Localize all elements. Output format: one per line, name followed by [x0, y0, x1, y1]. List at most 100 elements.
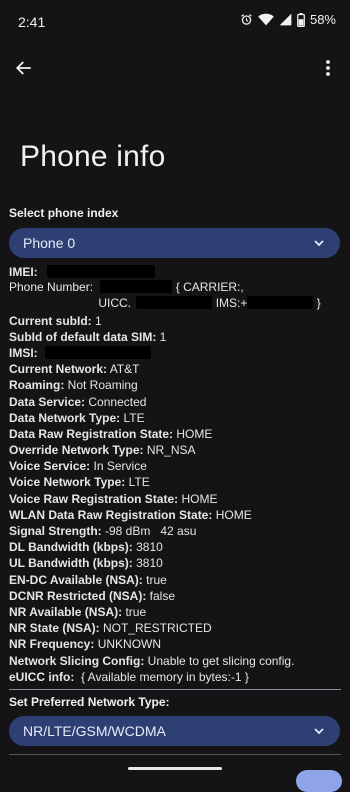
- battery-percent: 58%: [309, 12, 336, 27]
- info-value: 3810: [132, 540, 163, 555]
- gesture-handle[interactable]: [128, 767, 222, 770]
- info-value: NOT_RESTRICTED: [99, 621, 212, 636]
- current-subid-key: Current subId:: [9, 313, 92, 328]
- info-row: Data Service: Connected: [9, 394, 344, 410]
- info-row: Current Network: AT&T: [9, 361, 344, 377]
- select-phone-index-label: Select phone index: [9, 206, 119, 220]
- info-row: Voice Service: In Service: [9, 458, 344, 474]
- info-value: true: [142, 572, 167, 587]
- phone-number-ims-redacted: [247, 296, 314, 310]
- info-key: Voice Network Type:: [9, 475, 126, 490]
- info-value: LTE: [120, 410, 145, 425]
- current-subid-value: 1: [91, 313, 102, 328]
- imsi-redacted: [45, 345, 152, 359]
- status-icons: 58%: [240, 12, 336, 27]
- info-row: UL Bandwidth (kbps): 3810: [9, 555, 344, 571]
- info-key: Roaming:: [9, 378, 65, 393]
- info-key: DL Bandwidth (kbps):: [9, 540, 133, 555]
- info-key: eUICC info:: [9, 669, 75, 684]
- page-title: Phone info: [20, 140, 166, 173]
- preferred-network-label: Set Preferred Network Type:: [9, 695, 170, 709]
- info-key: Data Raw Registration State:: [9, 426, 174, 441]
- divider: [9, 754, 341, 755]
- info-value: 3810: [132, 556, 163, 571]
- info-row: Override Network Type: NR_NSA: [9, 442, 344, 458]
- info-value: true: [122, 604, 147, 619]
- info-value: AT&T: [107, 362, 140, 377]
- info-row: Network Slicing Config: Unable to get sl…: [9, 653, 344, 669]
- info-value: LTE: [125, 475, 150, 490]
- back-button[interactable]: [10, 54, 38, 82]
- info-row: Data Network Type: LTE: [9, 410, 344, 426]
- imsi-key: IMSI:: [9, 345, 38, 360]
- info-row: NR Available (NSA): true: [9, 604, 344, 620]
- info-row: Voice Network Type: LTE: [9, 474, 344, 490]
- current-subid-row: Current subId: 1: [9, 313, 344, 329]
- preferred-network-value: NR/LTE/GSM/WCDMA: [23, 723, 166, 739]
- info-key: NR Frequency:: [9, 637, 95, 652]
- info-key: NR State (NSA):: [9, 621, 100, 636]
- info-key: UL Bandwidth (kbps):: [9, 556, 133, 571]
- info-value: HOME: [173, 426, 213, 441]
- imei-row: IMEI:: [9, 264, 344, 280]
- info-key: Network Slicing Config:: [9, 653, 145, 668]
- info-key: WLAN Data Raw Registration State:: [9, 507, 213, 522]
- info-value: Unable to get slicing config.: [144, 653, 295, 668]
- info-key: Data Service:: [9, 394, 86, 409]
- info-row: Roaming: Not Roaming: [9, 377, 344, 393]
- info-key: NR Available (NSA):: [9, 604, 123, 619]
- divider: [9, 689, 341, 690]
- status-bar: 2:41 58%: [0, 0, 350, 42]
- info-row: WLAN Data Raw Registration State: HOME: [9, 507, 344, 523]
- phone-number-ims: IMS:+: [215, 296, 248, 311]
- app-bar: [0, 46, 350, 90]
- chevron-down-icon: [314, 239, 324, 246]
- info-value: -98 dBm 42 asu: [101, 524, 197, 539]
- info-value: In Service: [90, 459, 147, 474]
- phone-number-uicc-redacted: [136, 296, 213, 310]
- wifi-icon: [258, 13, 274, 26]
- info-row: EN-DC Available (NSA): true: [9, 572, 344, 588]
- info-value: Connected: [85, 394, 147, 409]
- signal-icon: [279, 13, 292, 26]
- phone-number-redacted: [100, 280, 173, 294]
- alarm-icon: [240, 13, 253, 26]
- info-key: Voice Raw Registration State:: [9, 491, 179, 506]
- info-value: false: [146, 588, 176, 603]
- info-row: eUICC info: { Available memory in bytes:…: [9, 669, 344, 685]
- phone-info-list: IMEI: Phone Number: { CARRIER:, UICC. IM…: [9, 264, 344, 685]
- imei-redacted: [47, 265, 156, 278]
- info-key: DCNR Restricted (NSA):: [9, 588, 147, 603]
- info-value: HOME: [178, 491, 218, 506]
- info-key: Signal Strength:: [9, 524, 102, 539]
- info-key: Current Network:: [9, 362, 108, 377]
- info-row: NR State (NSA): NOT_RESTRICTED: [9, 620, 344, 636]
- info-key: Data Network Type:: [9, 410, 121, 425]
- phone-number-carrier: { CARRIER:,: [175, 280, 244, 295]
- info-value: HOME: [212, 507, 252, 522]
- imei-key: IMEI:: [9, 265, 38, 279]
- imsi-row: IMSI:: [9, 345, 344, 361]
- info-row: Data Raw Registration State: HOME: [9, 426, 344, 442]
- battery-icon: [297, 12, 305, 27]
- info-value: NR_NSA: [143, 443, 196, 458]
- chevron-down-icon: [314, 727, 324, 734]
- info-key: Override Network Type:: [9, 443, 144, 458]
- info-row: Voice Raw Registration State: HOME: [9, 491, 344, 507]
- info-row: Signal Strength: -98 dBm 42 asu: [9, 523, 344, 539]
- more-options-button[interactable]: [314, 54, 342, 82]
- info-value: Not Roaming: [64, 378, 138, 393]
- phone-index-dropdown[interactable]: Phone 0: [9, 228, 340, 258]
- preferred-network-dropdown[interactable]: NR/LTE/GSM/WCDMA: [9, 716, 340, 746]
- info-value: UNKNOWN: [94, 637, 162, 652]
- default-data-sim-row: SubId of default data SIM: 1: [9, 329, 344, 345]
- info-row: DL Bandwidth (kbps): 3810: [9, 539, 344, 555]
- status-time: 2:41: [18, 14, 46, 30]
- phone-index-value: Phone 0: [23, 235, 76, 251]
- phone-number-key: Phone Number:: [9, 280, 94, 295]
- toggle-switch[interactable]: [296, 770, 342, 792]
- phone-number-close: }: [316, 296, 321, 311]
- info-key: EN-DC Available (NSA):: [9, 572, 143, 587]
- info-key: Voice Service:: [9, 459, 91, 474]
- arrow-back-icon: [15, 61, 31, 75]
